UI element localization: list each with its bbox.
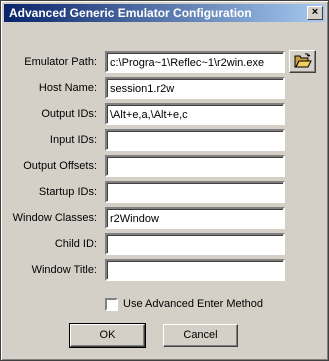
window-classes-field[interactable]: r2Window [105,207,285,229]
title-bar[interactable]: Advanced Generic Emulator Configuration … [4,4,325,22]
output-ids-field[interactable]: \Alt+e,a,\Alt+e,c [105,103,285,125]
cancel-button[interactable]: Cancel [163,324,238,347]
window-classes-label: Window Classes: [12,212,97,224]
emulator-path-label: Emulator Path: [24,56,97,68]
config-dialog: Advanced Generic Emulator Configuration … [0,0,329,361]
browse-button[interactable] [289,50,316,73]
open-folder-icon [294,53,312,68]
child-id-label: Child ID: [54,238,97,250]
startup-ids-field[interactable] [105,181,285,203]
input-ids-label: Input IDs: [49,134,97,146]
ok-button[interactable]: OK [69,323,146,348]
close-button[interactable]: × [307,6,323,20]
host-name-label: Host Name: [38,82,97,94]
input-ids-field[interactable] [105,129,285,151]
advanced-enter-label: Use Advanced Enter Method [123,298,264,310]
host-name-field[interactable]: session1.r2w [105,77,285,99]
startup-ids-label: Startup IDs: [38,186,97,198]
output-offsets-label: Output Offsets: [23,160,97,172]
emulator-path-field[interactable]: c:\Progra~1\Reflec~1\r2win.exe [105,51,285,73]
output-ids-label: Output IDs: [41,108,97,120]
window-title-field[interactable] [105,259,285,281]
close-icon: × [311,6,319,18]
advanced-enter-checkbox[interactable] [105,298,118,311]
dialog-title: Advanced Generic Emulator Configuration [9,6,252,20]
output-offsets-field[interactable] [105,155,285,177]
window-title-label: Window Title: [31,264,97,276]
child-id-field[interactable] [105,233,285,255]
